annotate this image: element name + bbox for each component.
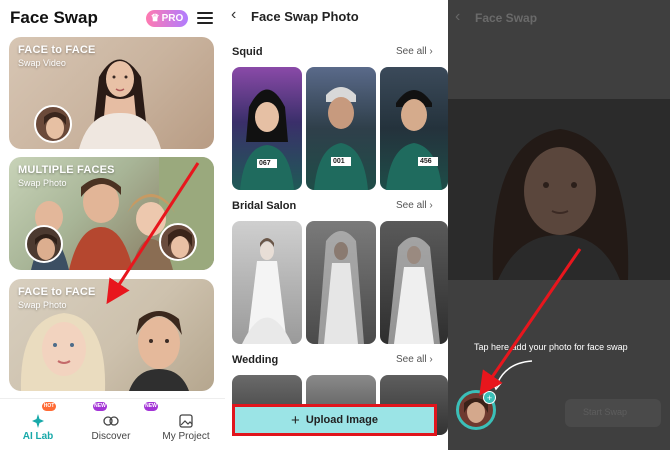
see-all-link-bridal-salon[interactable]: See all › (396, 200, 433, 211)
curved-arrow-icon (491, 360, 533, 391)
new-badge: NEW (144, 402, 158, 411)
source-face-thumbnail (34, 105, 72, 143)
source-face-thumbnail (25, 225, 63, 263)
see-all-link-wedding[interactable]: See all › (396, 354, 433, 365)
face-to-face-video-card[interactable]: FACE to FACE Swap Video (9, 37, 214, 149)
nav-discover[interactable]: Discover (76, 414, 146, 442)
template-tile[interactable]: 456 (380, 67, 448, 190)
home-header: Face Swap ♛ PRO (0, 0, 225, 36)
face-to-face-photo-card[interactable]: FACE to FACE Swap Photo (9, 279, 214, 391)
add-photo-plus-icon: + (483, 391, 496, 404)
home-panel: Face Swap ♛ PRO FACE to FACE Swap Video (0, 0, 225, 450)
crown-icon: ♛ (150, 13, 160, 24)
section-title-wedding: Wedding (232, 354, 279, 366)
discover-icon (103, 416, 119, 426)
pro-label: PRO (161, 13, 184, 24)
template-tile[interactable] (380, 221, 448, 344)
card-subtitle: Swap Video (18, 58, 66, 68)
page-title: Face Swap Photo (251, 9, 359, 24)
player-number: 001 (333, 158, 345, 165)
app-title: Face Swap (10, 8, 98, 27)
card-title: FACE to FACE (18, 44, 96, 56)
preview-panel: ‹ Face Swap Tap here add your photo for … (448, 0, 670, 450)
start-swap-label: Start Swap (583, 407, 628, 417)
plus-icon: + (291, 411, 300, 429)
template-tile[interactable]: 001 (306, 67, 376, 190)
card-title: FACE to FACE (18, 286, 96, 298)
player-number: 456 (420, 158, 432, 165)
new-badge: NEW (93, 402, 107, 411)
nav-label: My Project (162, 431, 210, 442)
nav-label: Discover (91, 431, 131, 442)
template-tile[interactable]: 067 (232, 67, 302, 190)
multiple-faces-card[interactable]: MULTIPLE FACES Swap Photo (9, 157, 214, 270)
hot-badge: HOT (42, 402, 56, 411)
template-preview-image (448, 99, 670, 280)
upload-image-button[interactable]: + Upload Image (232, 404, 437, 436)
see-all-link-squid[interactable]: See all › (396, 46, 433, 57)
section-title-squid: Squid (232, 46, 263, 58)
player-number: 067 (259, 160, 271, 167)
section-title-bridal-salon: Bridal Salon (232, 200, 297, 212)
menu-icon[interactable] (197, 12, 213, 24)
card-title: MULTIPLE FACES (18, 164, 115, 176)
start-swap-button[interactable]: Start Swap (565, 399, 661, 427)
gallery-icon (179, 414, 193, 428)
card-subtitle: Swap Photo (18, 178, 67, 188)
source-face-thumbnail (159, 223, 197, 261)
nav-ai-lab[interactable]: AI Lab (3, 414, 73, 442)
upload-label: Upload Image (305, 414, 378, 426)
back-chevron-icon[interactable]: ‹ (231, 6, 236, 24)
template-tile[interactable] (306, 221, 376, 344)
back-chevron-icon[interactable]: ‹ (455, 8, 460, 26)
template-tile[interactable] (232, 221, 302, 344)
sparkle-icon (32, 414, 44, 428)
nav-label: AI Lab (22, 431, 54, 442)
card-subtitle: Swap Photo (18, 300, 67, 310)
nav-my-project[interactable]: My Project (151, 414, 221, 442)
pro-button[interactable]: ♛ PRO (146, 10, 188, 27)
page-title: Face Swap (475, 11, 538, 25)
face-swap-photo-panel: ‹ Face Swap Photo Squid See all › 067 00… (225, 0, 448, 450)
tap-hint-text: Tap here add your photo for face swap (474, 342, 628, 352)
